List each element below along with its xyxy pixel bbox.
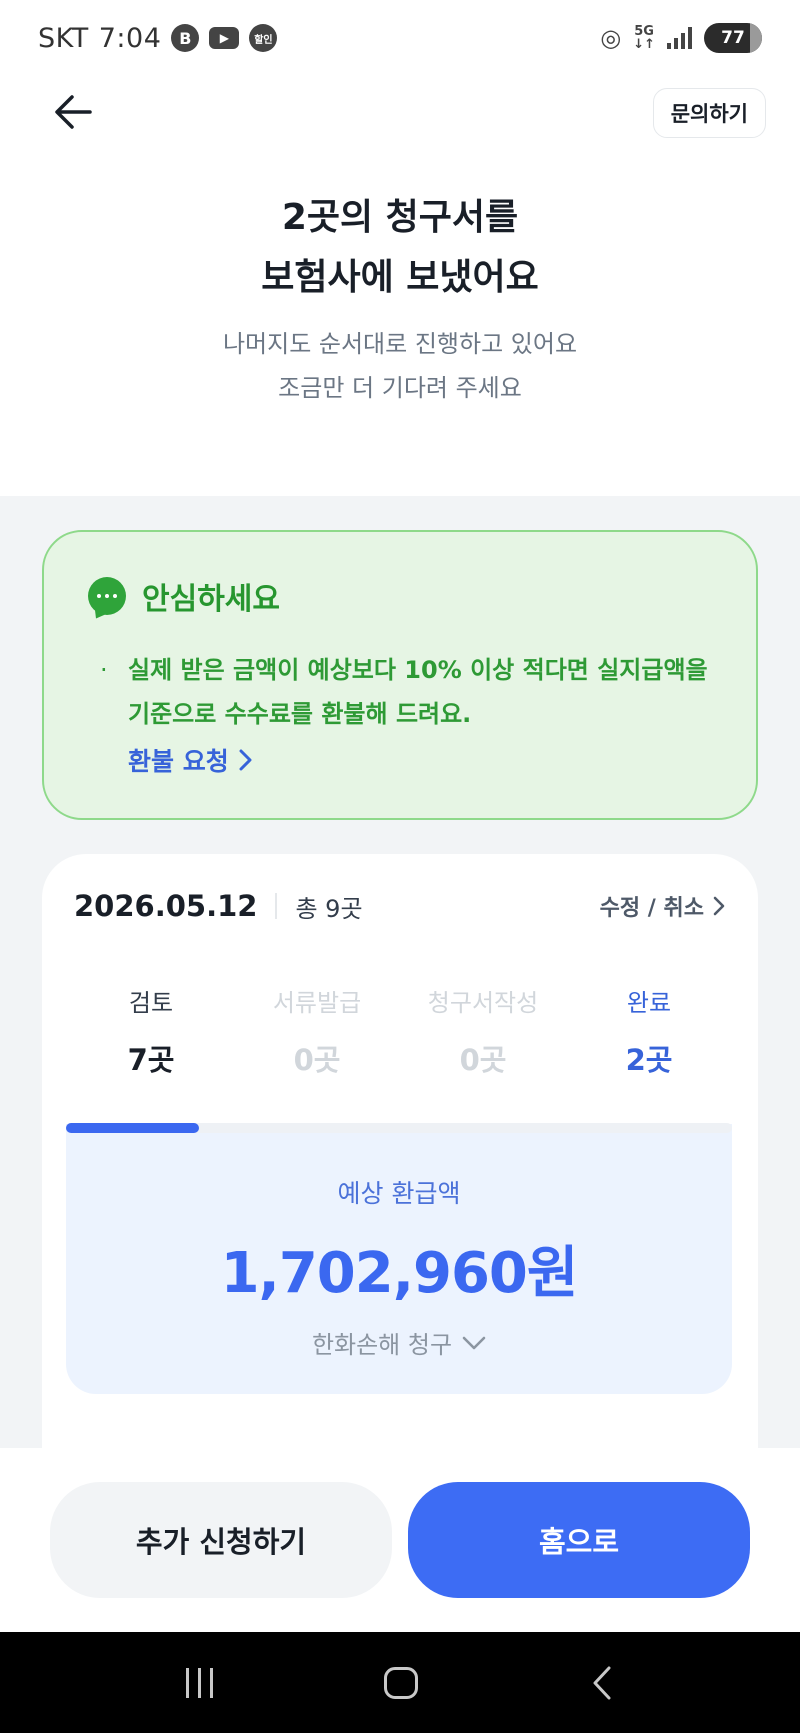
claim-date: 2026.05.12	[74, 889, 258, 923]
signal-icon	[667, 27, 692, 49]
arrow-left-icon	[55, 95, 92, 129]
subtitle-line-2: 조금만 더 기다려 주세요	[278, 374, 522, 402]
title-line-1: 2곳의 청구서를	[281, 197, 519, 238]
insurer-label: 한화손해 청구	[311, 1331, 453, 1359]
page-subtitle: 나머지도 순서대로 진행하고 있어요 조금만 더 기다려 주세요	[0, 322, 800, 410]
edit-cancel-label: 수정 / 취소	[599, 896, 704, 921]
progress-bar	[66, 1123, 732, 1133]
refund-request-label: 환불 요청	[128, 747, 229, 776]
home-button[interactable]	[384, 1666, 419, 1699]
hero-section: 2곳의 청구서를 보험사에 보냈어요 나머지도 순서대로 진행하고 있어요 조금…	[0, 188, 800, 410]
network-label: 5G	[634, 24, 654, 39]
step-label: 서류발급	[272, 989, 362, 1017]
step-claim-writing: 청구서작성 0곳	[408, 988, 558, 1078]
divider	[275, 893, 278, 919]
claim-status-header: 2026.05.12 총 9곳 수정 / 취소	[74, 884, 726, 928]
sale-app-icon: 할인	[249, 24, 278, 52]
page-title: 2곳의 청구서를 보험사에 보냈어요	[0, 188, 800, 308]
expected-refund-amount: 1,702,960원	[220, 1241, 579, 1306]
recents-button[interactable]	[185, 1667, 213, 1698]
status-bar-right: ◎ 5G ↓↑ 77	[600, 23, 762, 53]
system-navigation-bar	[0, 1632, 800, 1733]
battery-icon: 77	[704, 23, 762, 53]
reassure-card: 안심하세요 · 실제 받은 금액이 예상보다 10% 이상 적다면 실지급액을 …	[42, 530, 758, 820]
title-line-2: 보험사에 보냈어요	[261, 257, 539, 298]
step-documents: 서류발급 0곳	[242, 988, 392, 1078]
chevron-down-icon	[462, 1336, 486, 1349]
youtube-icon: ▶	[209, 27, 240, 49]
reassure-message: 실제 받은 금액이 예상보다 10% 이상 적다면 실지급액을 기준으로 수수료…	[102, 648, 722, 736]
go-home-button[interactable]: 홈으로	[408, 1482, 750, 1598]
claim-status-card: 2026.05.12 총 9곳 수정 / 취소 검토 7곳 서류발급 0곳 청구…	[42, 854, 758, 1494]
step-count: 0곳	[293, 1043, 341, 1077]
total-count: 총 9곳	[295, 894, 363, 923]
status-bar-left: SKT 7:04 B ▶ 할인	[38, 22, 278, 54]
b-app-icon: B	[171, 24, 200, 52]
clock: 7:04	[98, 22, 162, 54]
step-count: 0곳	[459, 1043, 507, 1077]
reassure-message-text: 실제 받은 금액이 예상보다 10% 이상 적다면 실지급액을 기준으로 수수료…	[128, 656, 708, 728]
step-label: 검토	[128, 989, 174, 1017]
step-count: 7곳	[127, 1043, 175, 1077]
subtitle-line-1: 나머지도 순서대로 진행하고 있어요	[222, 330, 578, 358]
progress-steps: 검토 7곳 서류발급 0곳 청구서작성 0곳 완료 2곳	[42, 988, 758, 1078]
network-type-icon: 5G ↓↑	[633, 24, 655, 52]
insurer-dropdown[interactable]: 한화손해 청구	[312, 1325, 486, 1360]
step-review: 검토 7곳	[76, 988, 226, 1078]
progress-fill	[66, 1123, 200, 1133]
battery-level: 77	[721, 28, 745, 48]
inquiry-button[interactable]: 문의하기	[652, 88, 766, 138]
carrier-label: SKT	[38, 22, 89, 54]
chevron-right-icon	[713, 896, 725, 916]
hotspot-icon: ◎	[600, 24, 622, 52]
back-button[interactable]	[50, 88, 98, 136]
step-label: 청구서작성	[427, 989, 539, 1017]
step-count: 2곳	[625, 1043, 673, 1077]
edit-cancel-button[interactable]: 수정 / 취소	[600, 890, 726, 922]
chat-bubble-icon	[88, 577, 126, 615]
reassure-header: 안심하세요	[88, 574, 280, 618]
add-application-button[interactable]: 추가 신청하기	[50, 1482, 392, 1598]
refund-request-link[interactable]: 환불 요청	[128, 742, 253, 778]
back-nav-button[interactable]	[590, 1665, 614, 1701]
step-label: 완료	[626, 989, 672, 1017]
step-complete: 완료 2곳	[574, 988, 724, 1078]
expected-refund-label: 예상 환급액	[337, 1179, 461, 1208]
expected-refund-box: 예상 환급액 1,702,960원 한화손해 청구	[66, 1124, 732, 1394]
status-bar: SKT 7:04 B ▶ 할인 ◎ 5G ↓↑ 77	[0, 0, 800, 76]
reassure-title: 안심하세요	[142, 582, 280, 617]
chevron-right-icon	[239, 749, 252, 771]
bottom-action-bar: 추가 신청하기 홈으로	[0, 1448, 800, 1632]
